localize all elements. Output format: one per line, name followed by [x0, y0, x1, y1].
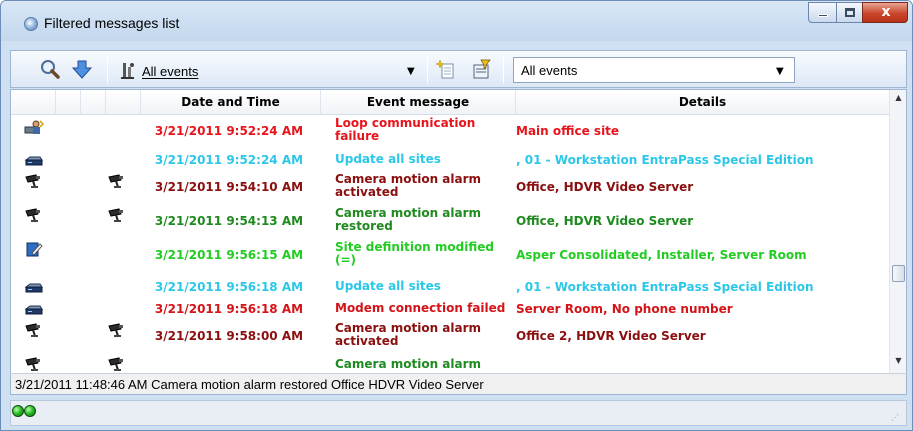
cell-event-message: Update all sites	[335, 279, 441, 293]
cell-details: Server Room, No phone number	[516, 302, 733, 316]
camera-icon	[107, 356, 127, 372]
filtered-messages-window: Filtered messages list x All events ▼ Al…	[0, 0, 913, 431]
scroll-up-icon[interactable]: ▲	[890, 93, 906, 102]
cell-details: Asper Consolidated, Installer, Server Ro…	[516, 248, 807, 262]
cell-event-message: Camera motion alarm activated	[335, 172, 482, 199]
messages-grid: Date and Time Event message Details 3/21…	[10, 89, 907, 374]
header-icon-col-3[interactable]	[81, 90, 106, 115]
event-filter-icon	[121, 63, 134, 79]
cell-details: Office, HDVR Video Server	[516, 214, 694, 228]
toolbar-separator	[107, 57, 108, 83]
cell-date-time: 3/21/2011 9:54:13 AM	[154, 214, 304, 228]
toolbar: All events ▼ All events ▼	[10, 50, 907, 88]
cell-date-time: 3/21/2011 9:56:18 AM	[154, 302, 304, 316]
camera-icon	[24, 173, 44, 189]
edit-icon	[24, 241, 44, 257]
chevron-down-icon[interactable]: ▼	[407, 66, 415, 77]
events-select-value: All events	[521, 63, 578, 78]
header-icon-col-2[interactable]	[56, 90, 81, 115]
camera-icon	[24, 207, 44, 223]
blue-down-arrow-icon[interactable]	[71, 59, 93, 81]
green-led-icon	[12, 405, 24, 417]
server-icon	[24, 151, 44, 167]
minimize-button[interactable]	[808, 2, 837, 23]
magnifier-icon[interactable]	[39, 59, 61, 81]
header-icon-col-1[interactable]	[11, 90, 56, 115]
toolbar-separator	[427, 57, 428, 83]
cell-date-time: 3/21/2011 9:52:24 AM	[154, 124, 304, 138]
camera-icon	[24, 356, 44, 372]
workstation-user-icon	[24, 119, 45, 135]
close-button[interactable]: x	[862, 2, 908, 23]
maximize-icon	[845, 8, 855, 17]
cell-details: Office, HDVR Video Server	[516, 180, 694, 194]
vertical-scrollbar[interactable]: ▲ ▼	[889, 90, 906, 373]
cell-event-message: Camera motion alarm restored	[335, 206, 482, 233]
cell-date-time: 3/21/2011 9:56:18 AM	[154, 280, 304, 294]
cell-event-message: Camera motion alarm activated	[335, 321, 482, 348]
title-bar[interactable]: Filtered messages list x	[1, 1, 912, 41]
cell-details: , 01 - Workstation EntraPass Special Edi…	[516, 153, 814, 167]
chevron-down-icon[interactable]: ▼	[776, 66, 784, 77]
cell-date-time: 3/21/2011 9:58:00 AM	[154, 329, 304, 343]
filter-edit-icon[interactable]	[471, 59, 493, 81]
header-details[interactable]: Details	[516, 90, 889, 115]
header-icon-col-4[interactable]	[106, 90, 141, 115]
cell-details: Main office site	[516, 124, 620, 138]
resize-grip-icon[interactable]: ⋰	[891, 413, 900, 422]
grid-header: Date and Time Event message Details	[11, 90, 889, 115]
status-line: 3/21/2011 11:48:46 AM Camera motion alar…	[10, 373, 907, 395]
new-sparkle-icon[interactable]	[435, 59, 457, 81]
event-filter-combo[interactable]: All events ▼	[114, 57, 422, 83]
status-text: 3/21/2011 11:48:46 AM Camera motion alar…	[15, 377, 484, 392]
cell-event-message: Loop communication failure	[335, 116, 476, 143]
camera-icon	[24, 322, 44, 338]
toolbar-separator	[503, 57, 504, 83]
events-select[interactable]: All events ▼	[513, 57, 795, 83]
cell-event-message: Update all sites	[335, 152, 441, 166]
green-led-icon	[24, 405, 36, 417]
camera-icon	[107, 173, 127, 189]
server-icon	[24, 300, 44, 316]
event-filter-label: All events	[142, 64, 199, 79]
header-date-time[interactable]: Date and Time	[141, 90, 321, 115]
close-icon: x	[881, 4, 891, 20]
scroll-thumb[interactable]	[892, 265, 905, 282]
camera-icon	[107, 322, 127, 338]
cell-details: Office 2, HDVR Video Server	[516, 329, 706, 343]
camera-icon	[107, 207, 127, 223]
header-event-message[interactable]: Event message	[321, 90, 516, 115]
maximize-button[interactable]	[836, 2, 863, 23]
bottom-status-bar: ⋰	[10, 400, 907, 426]
minimize-icon	[818, 14, 828, 17]
cell-date-time: 3/21/2011 9:52:24 AM	[154, 153, 304, 167]
cell-date-time: 3/21/2011 9:54:10 AM	[154, 180, 304, 194]
cell-event-message: Modem connection failed	[335, 301, 506, 315]
scroll-down-icon[interactable]: ▼	[890, 356, 906, 365]
cell-date-time: 3/21/2011 9:56:15 AM	[154, 248, 304, 262]
cell-details: , 01 - Workstation EntraPass Special Edi…	[516, 280, 814, 294]
server-icon	[24, 278, 44, 294]
cell-event-message: Camera motion alarm	[335, 357, 482, 371]
app-icon	[24, 17, 38, 31]
cell-event-message: Site definition modified (=)	[335, 240, 494, 267]
window-title: Filtered messages list	[44, 15, 180, 31]
